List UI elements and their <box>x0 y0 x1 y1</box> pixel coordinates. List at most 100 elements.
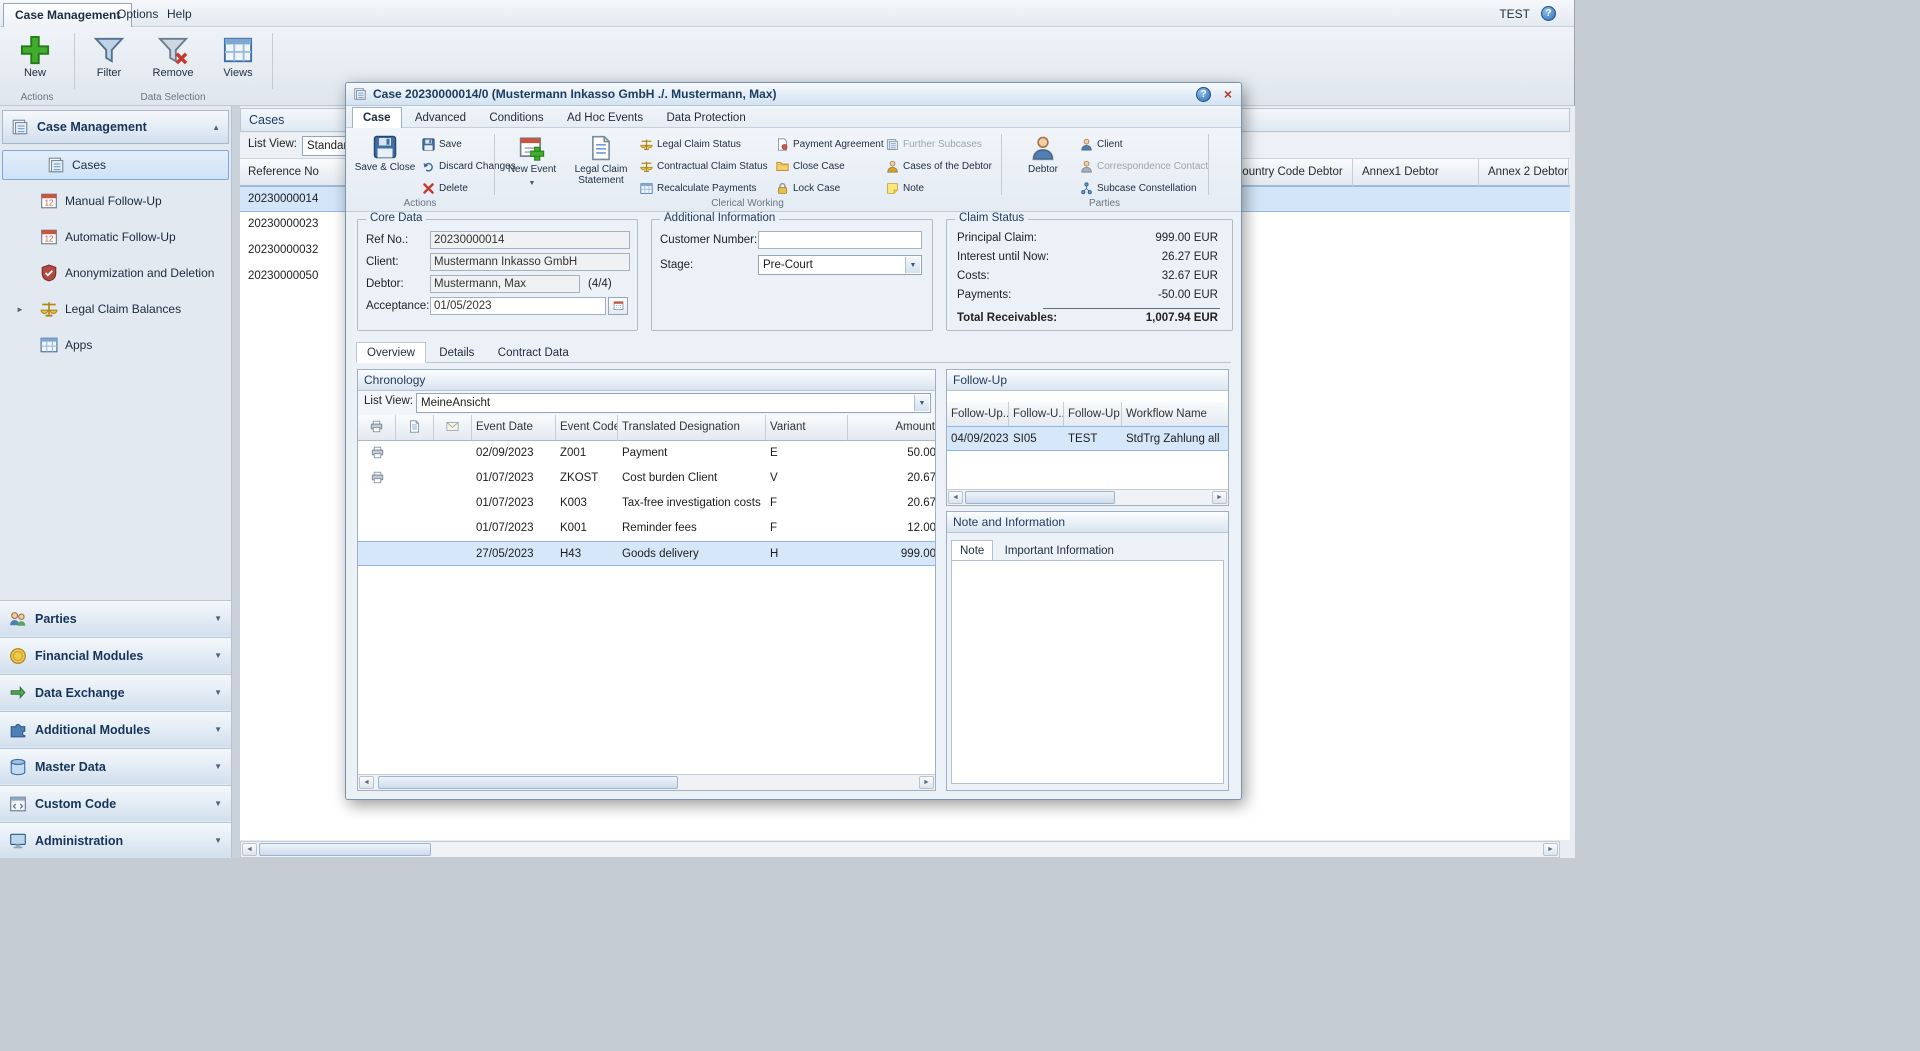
sidebar-section-additional-modules[interactable]: Additional Modules ▼ <box>0 711 231 747</box>
sidebar-section-master-data[interactable]: Master Data ▼ <box>0 748 231 784</box>
combo-arrow-icon[interactable]: ▼ <box>905 257 920 273</box>
note-content[interactable] <box>951 560 1224 784</box>
dropdown-arrow-icon[interactable]: ▼ <box>529 178 536 189</box>
sidebar-item-legal-claim-balances[interactable]: ► Legal Claim Balances <box>2 294 229 324</box>
calendar-picker-button[interactable] <box>608 297 628 315</box>
customer-number-field[interactable] <box>758 231 922 249</box>
tab-note[interactable]: Note <box>951 540 993 561</box>
lock-case-button[interactable]: Lock Case <box>776 180 840 197</box>
sidebar-section-administration[interactable]: Administration ▼ <box>0 822 231 858</box>
column-translated-designation[interactable]: Translated Designation <box>618 415 766 441</box>
column-variant[interactable]: Variant <box>766 415 848 441</box>
column-amount[interactable]: Amount <box>848 415 935 441</box>
client-field[interactable]: Mustermann Inkasso GmbH <box>430 253 630 271</box>
client-button[interactable]: Client <box>1080 136 1123 153</box>
sidebar-section-financial-modules[interactable]: Financial Modules ▼ <box>0 637 231 673</box>
tab-overview[interactable]: Overview <box>356 342 426 363</box>
column-annex1-debtor[interactable]: Annex1 Debtor <box>1362 159 1439 185</box>
sidebar-section-parties[interactable]: Parties ▼ <box>0 600 231 636</box>
column-event-date[interactable]: Event Date <box>472 415 556 441</box>
cases-of-the-debtor-button[interactable]: Cases of the Debtor <box>886 158 992 175</box>
chronology-row[interactable]: 01/07/2023 K003 Tax-free investigation c… <box>358 491 935 516</box>
filter-button[interactable]: Filter <box>80 31 138 79</box>
tab-advanced[interactable]: Advanced <box>405 108 476 129</box>
expander-icon[interactable]: ► <box>16 305 24 314</box>
sidebar-item-cases[interactable]: Cases <box>2 150 229 180</box>
stage-combo[interactable]: Pre-Court ▼ <box>758 255 922 275</box>
recalculate-payments-button[interactable]: Recalculate Payments <box>640 180 757 197</box>
column-follow-up-2[interactable]: Follow-U... <box>1009 402 1064 428</box>
scroll-right-button[interactable]: ► <box>1543 843 1558 856</box>
chronology-row[interactable]: 01/07/2023 K001 Reminder fees F 12.00 <box>358 516 935 541</box>
follow-up-horizontal-scrollbar[interactable]: ◄ ► <box>946 489 1229 506</box>
tab-data-protection[interactable]: Data Protection <box>656 108 755 129</box>
tab-conditions[interactable]: Conditions <box>479 108 553 129</box>
column-annex2-debtor[interactable]: Annex 2 Debtor <box>1488 159 1568 185</box>
remove-button[interactable]: Remove <box>142 31 204 79</box>
cases-horizontal-scrollbar[interactable]: ◄ ► <box>240 841 1560 858</box>
event-code-cell: H43 <box>556 542 618 566</box>
column-print[interactable] <box>358 415 396 441</box>
chronology-horizontal-scrollbar[interactable]: ◄ ► <box>357 774 936 791</box>
sidebar-item-apps[interactable]: Apps <box>2 330 229 360</box>
tab-ad-hoc-events[interactable]: Ad Hoc Events <box>557 108 653 129</box>
chronology-list-view-combo[interactable]: MeineAnsicht ▼ <box>416 393 931 413</box>
combo-arrow-icon[interactable]: ▼ <box>914 395 929 411</box>
scroll-left-button[interactable]: ◄ <box>242 843 257 856</box>
tab-contract-data[interactable]: Contract Data <box>488 343 579 364</box>
save-and-close-button[interactable]: Save & Close <box>354 131 416 173</box>
sidebar-splitter[interactable] <box>232 106 240 858</box>
scroll-left-button[interactable]: ◄ <box>948 491 963 504</box>
subcase-constellation-button[interactable]: Subcase Constellation <box>1080 180 1197 197</box>
column-country-code-debtor[interactable]: Country Code Debtor <box>1234 159 1343 185</box>
ref-no-field[interactable]: 20230000014 <box>430 231 630 249</box>
close-case-button[interactable]: Close Case <box>776 158 845 175</box>
debtor-field[interactable]: Mustermann, Max <box>430 275 580 293</box>
column-follow-up-1[interactable]: Follow-Up... <box>947 402 1009 428</box>
menu-tab-help[interactable]: Help <box>156 3 203 27</box>
tab-case[interactable]: Case <box>352 107 402 128</box>
column-event-code[interactable]: Event Code <box>556 415 618 441</box>
chronology-row-selected[interactable]: 27/05/2023 H43 Goods delivery H 999.00 <box>358 541 935 566</box>
column-reference-no[interactable]: Reference No <box>248 159 319 185</box>
debtor-button[interactable]: Debtor <box>1014 131 1072 175</box>
delete-button[interactable]: Delete <box>422 180 468 197</box>
tab-details[interactable]: Details <box>429 343 484 364</box>
column-follow-up-3[interactable]: Follow-Up ... <box>1064 402 1122 428</box>
scroll-right-button[interactable]: ► <box>1212 491 1227 504</box>
legal-claim-status-button[interactable]: Legal Claim Status <box>640 136 741 153</box>
correspondence-contact-button[interactable]: Correspondence Contact <box>1080 158 1208 175</box>
legal-claim-statement-button[interactable]: Legal Claim Statement <box>568 131 634 186</box>
sidebar-section-data-exchange[interactable]: Data Exchange ▼ <box>0 674 231 710</box>
sidebar-item-automatic-follow-up[interactable]: Automatic Follow-Up <box>2 222 229 252</box>
dialog-close-icon[interactable]: × <box>1224 86 1232 102</box>
chronology-row[interactable]: 01/07/2023 ZKOST Cost burden Client V 20… <box>358 466 935 491</box>
scrollbar-thumb[interactable] <box>259 843 431 856</box>
sidebar-item-anonymization-and-deletion[interactable]: Anonymization and Deletion <box>2 258 229 288</box>
further-subcases-button[interactable]: Further Subcases <box>886 136 982 153</box>
column-mail[interactable] <box>434 415 472 441</box>
column-document[interactable] <box>396 415 434 441</box>
note-button[interactable]: Note <box>886 180 924 197</box>
column-workflow-name[interactable]: Workflow Name <box>1122 402 1228 428</box>
sidebar-item-manual-follow-up[interactable]: Manual Follow-Up <box>2 186 229 216</box>
dialog-help-icon[interactable]: ? <box>1196 87 1211 102</box>
dialog-titlebar[interactable]: Case 20230000014/0 (Mustermann Inkasso G… <box>346 83 1241 106</box>
scroll-right-button[interactable]: ► <box>919 776 934 789</box>
save-button[interactable]: Save <box>422 136 462 153</box>
scrollbar-thumb[interactable] <box>965 491 1115 504</box>
scroll-left-button[interactable]: ◄ <box>359 776 374 789</box>
views-button[interactable]: Views <box>210 31 266 79</box>
scrollbar-thumb[interactable] <box>378 776 678 789</box>
new-button[interactable]: New <box>6 31 64 79</box>
acceptance-field[interactable]: 01/05/2023 <box>430 297 606 315</box>
sidebar-header-case-management[interactable]: Case Management ▲ <box>2 110 229 144</box>
tab-important-information[interactable]: Important Information <box>997 541 1122 562</box>
payment-agreement-button[interactable]: Payment Agreement <box>776 136 884 153</box>
chronology-row[interactable]: 02/09/2023 Z001 Payment E 50.00 <box>358 441 935 466</box>
new-event-button[interactable]: New Event ▼ <box>502 131 562 189</box>
contractual-claim-status-button[interactable]: Contractual Claim Status <box>640 158 768 175</box>
help-icon[interactable]: ? <box>1541 6 1556 21</box>
sidebar-section-custom-code[interactable]: Custom Code ▼ <box>0 785 231 821</box>
follow-up-row[interactable]: 04/09/2023 SI05 TEST StdTrg Zahlung all <box>947 426 1228 451</box>
